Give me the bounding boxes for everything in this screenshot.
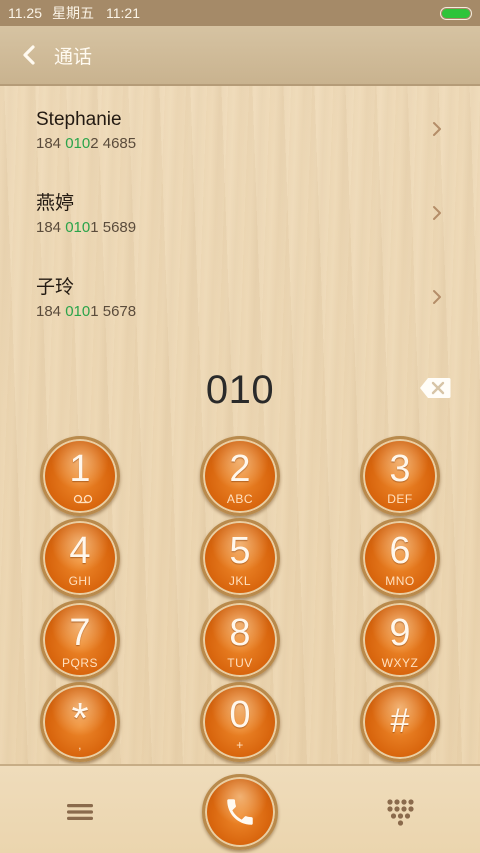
key-0[interactable]: 0 + xyxy=(200,682,280,762)
dial-display: 010 xyxy=(0,360,480,424)
contact-suggestion-list: Stephanie 184 0102 4685 燕婷 184 0101 5689… xyxy=(0,88,480,340)
call-button[interactable] xyxy=(202,774,278,850)
key-7[interactable]: 7 PQRS xyxy=(40,600,120,680)
keypad: 1 2 ABC 3 DEF 4 GHI 5 JKL 6 MNO 7 PQRS 8… xyxy=(0,436,480,766)
app-bar: 通话 xyxy=(0,26,480,86)
key-8[interactable]: 8 TUV xyxy=(200,600,280,680)
contact-item[interactable]: 燕婷 184 0101 5689 xyxy=(0,172,480,256)
key-star[interactable]: * , xyxy=(40,682,120,762)
key-4[interactable]: 4 GHI xyxy=(40,518,120,598)
phone-icon xyxy=(227,799,253,825)
chevron-right-icon[interactable] xyxy=(432,121,442,137)
contact-number: 184 0101 5689 xyxy=(36,219,137,236)
status-bar: 11.25 星期五 11:21 xyxy=(0,0,480,26)
key-5[interactable]: 5 JKL xyxy=(200,518,280,598)
key-1[interactable]: 1 xyxy=(40,436,120,516)
key-hash[interactable]: # xyxy=(360,682,440,762)
contact-item[interactable]: Stephanie 184 0102 4685 xyxy=(0,88,480,172)
contact-number: 184 0101 5678 xyxy=(36,303,137,320)
number-match-highlight: 010 xyxy=(65,135,91,152)
status-weekday: 星期五 xyxy=(52,5,94,21)
back-button[interactable] xyxy=(4,25,54,85)
back-arrow-icon xyxy=(23,45,35,65)
key-6[interactable]: 6 MNO xyxy=(360,518,440,598)
key-3[interactable]: 3 DEF xyxy=(360,436,440,516)
menu-icon[interactable] xyxy=(66,802,94,822)
battery-icon xyxy=(440,7,472,20)
contact-number: 184 0102 4685 xyxy=(36,135,137,152)
contact-item[interactable]: 子玲 184 0101 5678 xyxy=(0,256,480,340)
status-time: 11:21 xyxy=(106,5,140,21)
voicemail-icon xyxy=(73,494,93,504)
key-9[interactable]: 9 WXYZ xyxy=(360,600,440,680)
bottom-bar xyxy=(0,764,480,853)
number-match-highlight: 010 xyxy=(65,219,91,236)
chevron-right-icon[interactable] xyxy=(432,205,442,221)
contact-name: 燕婷 xyxy=(36,193,75,214)
dialpad-icon[interactable] xyxy=(386,798,414,826)
contact-name: 子玲 xyxy=(36,277,75,298)
page-title: 通话 xyxy=(54,46,93,68)
number-match-highlight: 010 xyxy=(65,303,91,320)
status-date: 11.25 xyxy=(8,5,42,21)
key-2[interactable]: 2 ABC xyxy=(200,436,280,516)
chevron-right-icon[interactable] xyxy=(432,289,442,305)
contact-name: Stephanie xyxy=(36,109,122,130)
dialed-number: 010 xyxy=(205,368,275,412)
backspace-icon[interactable] xyxy=(419,377,451,399)
